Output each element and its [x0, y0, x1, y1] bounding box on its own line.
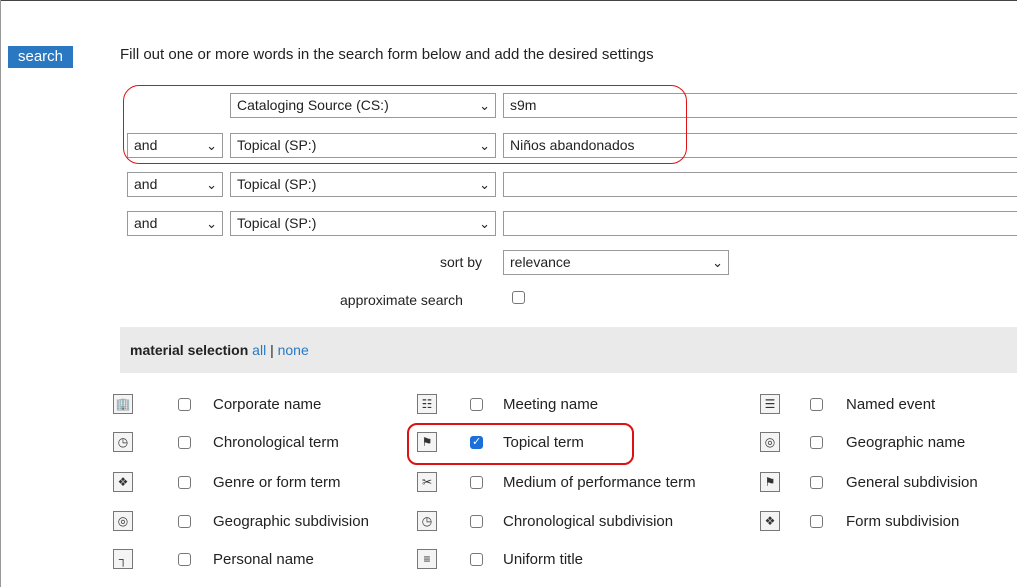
operator-select-4-value: and [134, 215, 158, 231]
topical-term-icon: ⚑ [760, 472, 780, 492]
material-selection-header: material selection all | none [120, 327, 1017, 373]
book-icon: ≡ [417, 549, 437, 569]
material-checkbox[interactable] [178, 515, 191, 528]
material-checkbox[interactable] [810, 398, 823, 411]
material-checkbox[interactable] [470, 515, 483, 528]
highlight-search-rows [123, 85, 687, 164]
globe-icon: ◎ [760, 432, 780, 452]
material-checkbox[interactable] [178, 436, 191, 449]
approximate-search-label: approximate search [340, 292, 463, 308]
sort-by-label: sort by [440, 254, 483, 270]
material-checkbox[interactable] [178, 553, 191, 566]
material-checkbox[interactable] [470, 398, 483, 411]
material-checkbox[interactable] [178, 398, 191, 411]
chevron-down-icon: ⌄ [479, 216, 490, 231]
chevron-down-icon: ⌄ [206, 177, 217, 192]
approximate-search-checkbox[interactable] [512, 291, 525, 304]
material-label: Chronological subdivision [503, 513, 674, 530]
material-label: Named event [846, 396, 936, 413]
globe-icon: ◎ [113, 511, 133, 531]
instrument-icon: ✂ [417, 472, 437, 492]
left-border [0, 0, 1, 587]
field-select-3-value: Topical (SP:) [237, 176, 317, 192]
select-none-link[interactable]: none [278, 342, 309, 358]
field-select-4-value: Topical (SP:) [237, 215, 317, 231]
material-label: General subdivision [846, 474, 978, 491]
clock-icon: ◷ [113, 432, 133, 452]
material-checkbox[interactable] [470, 553, 483, 566]
field-select-3[interactable]: Topical (SP:) ⌄ [230, 172, 496, 197]
instructions-text: Fill out one or more words in the search… [120, 46, 654, 63]
person-icon: ┐ [113, 549, 133, 569]
field-select-4[interactable]: Topical (SP:) ⌄ [230, 211, 496, 236]
search-tab[interactable]: search [8, 46, 73, 68]
genre-icon: ❖ [760, 511, 780, 531]
chevron-down-icon: ⌄ [206, 216, 217, 231]
material-label: Form subdivision [846, 513, 960, 530]
named-event-icon: ☰ [760, 394, 780, 414]
material-checkbox[interactable] [178, 476, 191, 489]
select-all-link[interactable]: all [252, 342, 266, 358]
material-label: Meeting name [503, 396, 599, 413]
top-border [0, 0, 1017, 1]
sort-select-value: relevance [510, 254, 571, 270]
operator-select-4[interactable]: and ⌄ [127, 211, 223, 236]
genre-icon: ❖ [113, 472, 133, 492]
material-label: Corporate name [213, 396, 322, 413]
search-term-input-3[interactable] [503, 172, 1017, 197]
material-checkbox[interactable] [810, 476, 823, 489]
material-checkbox[interactable] [810, 436, 823, 449]
operator-select-3[interactable]: and ⌄ [127, 172, 223, 197]
search-term-input-4[interactable] [503, 211, 1017, 236]
material-label: Geographic subdivision [213, 513, 369, 530]
highlight-topical-term [407, 423, 634, 465]
chevron-down-icon: ⌄ [479, 177, 490, 192]
material-label: Medium of performance term [503, 474, 696, 491]
chevron-down-icon: ⌄ [712, 255, 723, 270]
sort-select[interactable]: relevance ⌄ [503, 250, 729, 275]
material-label: Chronological term [213, 434, 339, 451]
material-label: Personal name [213, 551, 314, 568]
link-separator: | [270, 342, 274, 358]
material-checkbox[interactable] [470, 476, 483, 489]
clock-icon: ◷ [417, 511, 437, 531]
material-selection-title: material selection [130, 342, 249, 358]
meeting-name-icon: ☷ [417, 394, 437, 414]
operator-select-3-value: and [134, 176, 158, 192]
material-checkbox[interactable] [810, 515, 823, 528]
material-label: Genre or form term [213, 474, 341, 491]
material-label: Uniform title [503, 551, 584, 568]
material-label: Geographic name [846, 434, 966, 451]
corporate-name-icon: 🏢 [113, 394, 133, 414]
